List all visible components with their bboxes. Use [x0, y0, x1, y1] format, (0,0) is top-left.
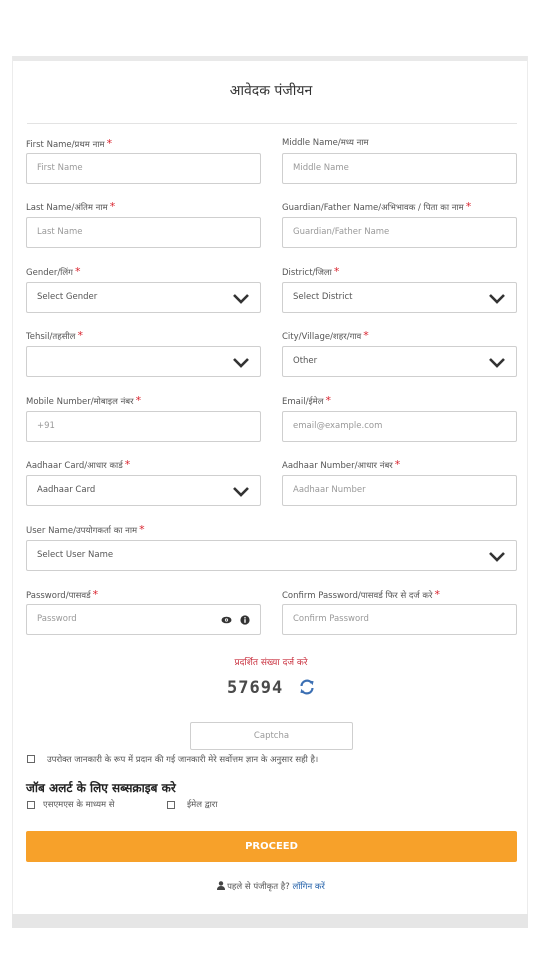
guardian-name-label: Guardian/Father Name/अभिभावक / पिता का न…	[282, 200, 472, 213]
last-name-field[interactable]: Last Name	[26, 217, 261, 248]
tehsil-select[interactable]	[26, 346, 261, 377]
aadhaar-card-select[interactable]: Aadhaar Card	[26, 475, 261, 506]
gender-label: Gender/लिंग *	[26, 265, 81, 278]
chevron-down-icon	[233, 487, 249, 497]
confirm-password-field[interactable]: Confirm Password	[282, 604, 517, 635]
password-field[interactable]: Password	[26, 604, 261, 635]
first-name-label: First Name/प्रथम नाम *	[26, 137, 113, 150]
declaration-checkbox[interactable]	[27, 755, 35, 763]
district-label: District/जिला *	[282, 265, 340, 278]
login-line: पहले से पंजीकृत है? लॉगिन करें	[13, 881, 529, 892]
guardian-name-field[interactable]: Guardian/Father Name	[282, 217, 517, 248]
middle-name-field[interactable]: Middle Name	[282, 153, 517, 184]
email-field[interactable]: email@example.com	[282, 411, 517, 442]
declaration-text: उपरोक्त जानकारी के रूप में प्रदान की गई …	[47, 755, 319, 765]
title-divider	[27, 123, 517, 124]
aadhaar-number-field[interactable]: Aadhaar Number	[282, 475, 517, 506]
sms-label: एसएमएस के माध्यम से	[43, 800, 115, 810]
mobile-label: Mobile Number/मोबाइल नंबर *	[26, 394, 142, 407]
chevron-down-icon	[489, 294, 505, 304]
last-name-label: Last Name/अंतिम नाम *	[26, 200, 116, 213]
top-band	[0, 0, 540, 56]
gender-select[interactable]: Select Gender	[26, 282, 261, 313]
login-link[interactable]: लॉगिन करें	[293, 882, 325, 892]
city-label: City/Village/शहर/गाव *	[282, 329, 369, 342]
aadhaar-number-label: Aadhaar Number/आधार नंबर *	[282, 458, 401, 471]
captcha-code: 57694	[227, 678, 284, 698]
chevron-down-icon	[233, 294, 249, 304]
info-icon[interactable]	[240, 615, 250, 625]
sms-checkbox[interactable]	[27, 801, 35, 809]
city-select[interactable]: Other	[282, 346, 517, 377]
aadhaar-card-label: Aadhaar Card/आधार कार्ड *	[26, 458, 131, 471]
user-name-label: User Name/उपयोगकर्ता का नाम *	[26, 523, 145, 536]
email-label: Email/ईमेल *	[282, 394, 331, 407]
tehsil-label: Tehsil/तहसील *	[26, 329, 83, 342]
email-alert-checkbox[interactable]	[167, 801, 175, 809]
eye-icon[interactable]	[221, 615, 232, 625]
district-select[interactable]: Select District	[282, 282, 517, 313]
page-title: आवेदक पंजीयन	[229, 83, 313, 99]
bottom-band	[12, 914, 528, 928]
registration-card: आवेदक पंजीयन First Name/प्रथम नाम * First…	[12, 56, 528, 914]
password-label: Password/पासवर्ड *	[26, 588, 99, 601]
chevron-down-icon	[489, 552, 505, 562]
chevron-down-icon	[489, 358, 505, 368]
user-icon	[217, 881, 226, 890]
mobile-field[interactable]: +91	[26, 411, 261, 442]
first-name-field[interactable]: First Name	[26, 153, 261, 184]
login-text: पहले से पंजीकृत है?	[227, 882, 290, 892]
captcha-label: प्रदर्शित संख्या दर्ज करे	[234, 658, 308, 668]
middle-name-label: Middle Name/मध्य नाम	[282, 138, 369, 148]
chevron-down-icon	[233, 358, 249, 368]
captcha-input[interactable]: Captcha	[190, 722, 353, 750]
refresh-icon[interactable]	[298, 678, 316, 696]
proceed-button[interactable]: PROCEED	[26, 831, 517, 862]
job-alert-heading: जॉब अलर्ट के लिए सब्सक्राइब करे	[26, 781, 176, 795]
email-alert-label: ईमेल द्वारा	[187, 800, 218, 810]
user-name-select[interactable]: Select User Name	[26, 540, 517, 571]
confirm-password-label: Confirm Password/पासवर्ड फिर से दर्ज करे…	[282, 588, 440, 601]
